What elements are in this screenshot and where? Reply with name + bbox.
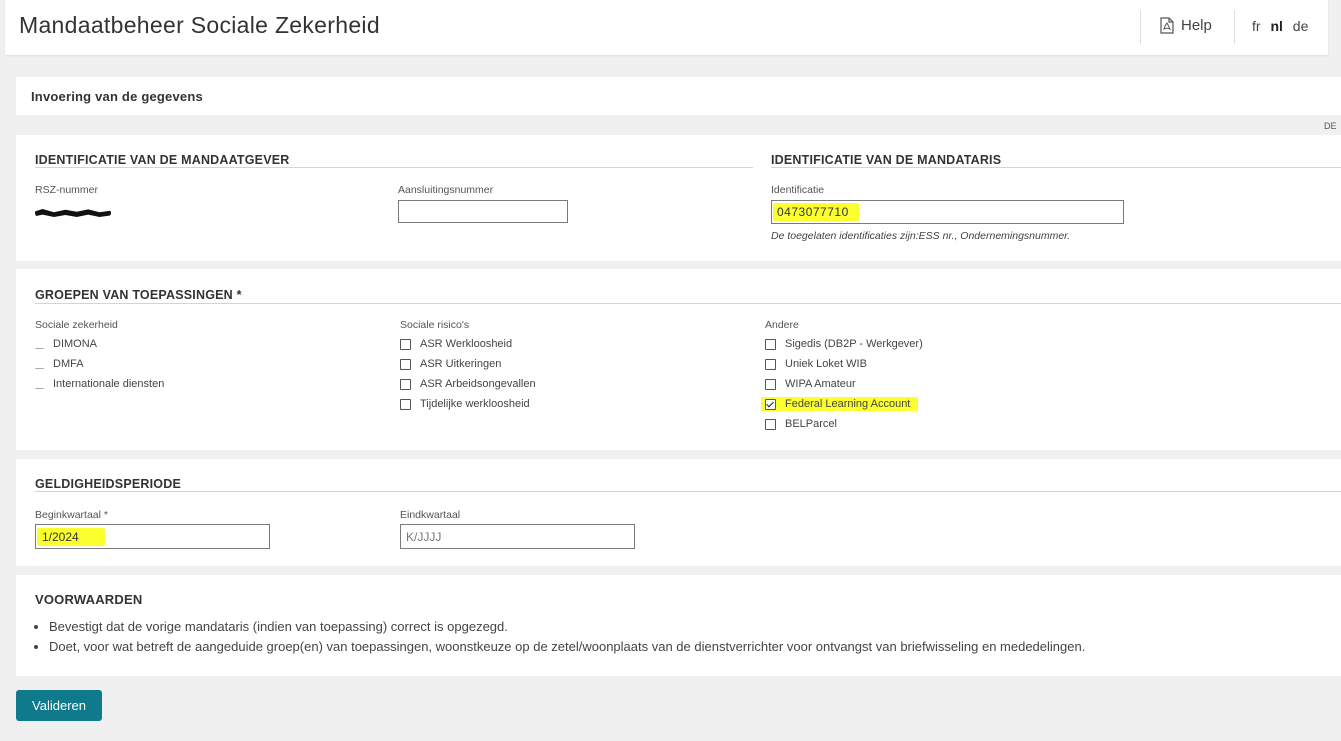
help-label: Help [1181,17,1212,34]
validate-button[interactable]: Valideren [16,690,102,721]
checkbox-box[interactable] [400,358,411,370]
section-divider [35,303,1341,304]
checkbox-label: DIMONA [53,338,97,350]
checkbox-label: Uniek Loket WIB [785,358,867,370]
pdf-file-icon [1160,17,1174,34]
app-title: Mandaatbeheer Sociale Zekerheid [19,12,380,38]
help-link[interactable]: Help [1160,17,1212,34]
checkbox-box[interactable] [35,339,44,349]
checkbox-asr-unemployment[interactable]: ASR Werkloosheid [400,338,512,350]
checkbox-sigedis[interactable]: Sigedis (DB2P - Werkgever) [765,338,923,350]
checkbox-label: ASR Uitkeringen [420,358,502,370]
edge-label: DE [1324,121,1337,131]
affiliation-label: Aansluitingsnummer [398,184,494,196]
start-quarter-input[interactable]: 1/2024 [35,524,270,549]
conditions-list: Bevestigt dat de vorige mandataris (indi… [34,617,1085,657]
checkbox-box[interactable] [765,418,776,430]
entry-title: Invoering van de gegevens [31,89,203,104]
group-header-social-risks: Sociale risico's [400,319,470,331]
checkbox-label: WIPA Amateur [785,378,856,390]
checkbox-box[interactable] [400,378,411,390]
group-header-other: Andere [765,319,799,331]
checkbox-box[interactable] [35,379,44,389]
checkbox-box[interactable] [35,359,44,369]
checkbox-belparcel[interactable]: BELParcel [765,418,837,430]
checkbox-dimona[interactable]: DIMONA [35,338,97,350]
header-divider [1234,10,1235,44]
mandator-title: IDENTIFICATIE VAN DE MANDAATGEVER [35,153,290,167]
section-divider [35,167,753,168]
checkbox-dmfa[interactable]: DMFA [35,358,84,370]
affiliation-input[interactable] [398,200,568,223]
checkbox-box[interactable] [400,338,411,350]
end-quarter-label: Eindkwartaal [400,509,461,521]
identification-panel: IDENTIFICATIE VAN DE MANDAATGEVER RSZ-nu… [16,135,1341,261]
checkbox-asr-work-accidents[interactable]: ASR Arbeidsongevallen [400,378,536,390]
lang-de[interactable]: de [1293,18,1309,34]
checkbox-label: DMFA [53,358,84,370]
conditions-panel: VOORWAARDEN Bevestigt dat de vorige mand… [16,575,1341,676]
lang-fr[interactable]: fr [1252,18,1261,34]
header-divider [1140,10,1141,44]
section-divider [35,491,1341,492]
app-header: Mandaatbeheer Sociale Zekerheid Help fr … [5,0,1328,55]
checkbox-label: Sigedis (DB2P - Werkgever) [785,338,923,350]
checkbox-label: BELParcel [785,418,837,430]
checkbox-label: ASR Arbeidsongevallen [420,378,536,390]
condition-item: Doet, voor wat betreft de aangeduide gro… [49,637,1085,657]
identification-label: Identificatie [771,184,825,196]
identification-hint: De toegelaten identificaties zijn:ESS nr… [771,230,1071,242]
lang-nl[interactable]: nl [1270,18,1282,34]
checkbox-box[interactable] [400,398,411,410]
checkbox-international-services[interactable]: Internationale diensten [35,378,164,390]
start-quarter-label: Beginkwartaal * [35,509,108,521]
checkbox-box[interactable] [765,358,776,370]
checkbox-label: ASR Werkloosheid [420,338,513,350]
group-header-social-security: Sociale zekerheid [35,319,118,331]
validity-title: GELDIGHEIDSPERIODE [35,477,181,491]
condition-item: Bevestigt dat de vorige mandataris (indi… [49,617,1085,637]
checkbox-label: Federal Learning Account [785,398,911,410]
rsz-number-redacted [35,209,111,217]
checkbox-label: Internationale diensten [53,378,165,390]
validity-panel: GELDIGHEIDSPERIODE Beginkwartaal * 1/202… [16,459,1341,566]
checkbox-label: Tijdelijke werkloosheid [420,398,530,410]
groups-title: GROEPEN VAN TOEPASSINGEN * [35,288,242,302]
section-divider [771,167,1341,168]
identification-input[interactable]: 0473077710 [771,200,1124,224]
identification-value: 0473077710 [773,203,859,221]
mandatary-title: IDENTIFICATIE VAN DE MANDATARIS [771,153,1002,167]
checkbox-box[interactable] [765,338,776,350]
checkbox-uniek-loket-wib[interactable]: Uniek Loket WIB [765,358,867,370]
checkbox-federal-learning-account[interactable]: Federal Learning Account [761,397,919,411]
groups-panel: GROEPEN VAN TOEPASSINGEN * Sociale zeker… [16,269,1341,450]
start-quarter-value: 1/2024 [37,527,105,546]
checkbox-wipa-amateur[interactable]: WIPA Amateur [765,378,856,390]
checkbox-box[interactable] [765,378,776,390]
entry-panel: Invoering van de gegevens [16,77,1341,115]
checkbox-box[interactable] [765,398,776,410]
end-quarter-input[interactable] [400,524,635,549]
language-switcher: fr nl de [1252,18,1314,34]
rsz-label: RSZ-nummer [35,184,99,196]
conditions-title: VOORWAARDEN [35,592,143,607]
checkbox-temporary-unemployment[interactable]: Tijdelijke werkloosheid [400,398,530,410]
checkbox-asr-benefits[interactable]: ASR Uitkeringen [400,358,501,370]
